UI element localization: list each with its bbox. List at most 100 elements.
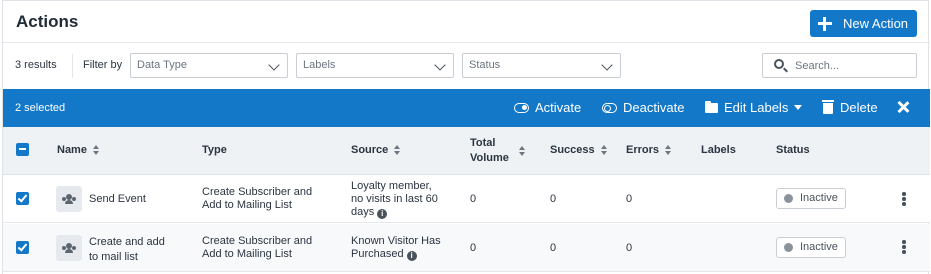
sort-icon <box>518 146 525 156</box>
row-type: Create Subscriber and Add to Mailing Lis… <box>202 186 312 212</box>
page-header: Actions New Action <box>3 1 930 43</box>
row-source: Known Visitor Has Purchased i <box>351 235 441 261</box>
activate-label: Activate <box>535 100 582 115</box>
new-action-label: New Action <box>843 16 909 31</box>
status-badge: Inactive <box>776 188 846 209</box>
page-title: Actions <box>16 12 79 31</box>
row-total-volume: 0 <box>470 193 477 205</box>
column-header-status: Status <box>776 144 810 156</box>
column-total-volume-label: Total Volume <box>470 136 509 166</box>
toggle-off-icon <box>602 102 617 113</box>
row-source-line1: Loyalty member, <box>351 180 432 192</box>
table-row[interactable]: Create and add to mail list Create Subsc… <box>3 224 930 272</box>
close-icon[interactable] <box>896 100 910 114</box>
table-header: Name Type Source Total Volume Success Er… <box>3 127 930 175</box>
deactivate-button[interactable]: Deactivate <box>602 100 684 115</box>
column-type-label: Type <box>202 144 227 156</box>
results-count: 3 results <box>15 59 57 71</box>
deactivate-label: Deactivate <box>623 100 685 115</box>
status-badge: Inactive <box>776 237 846 258</box>
row-name-line2: to mail list <box>89 251 138 263</box>
activate-button[interactable]: Activate <box>514 100 581 115</box>
labels-select[interactable]: Labels <box>296 53 454 78</box>
status-badge-label: Inactive <box>800 241 838 253</box>
delete-label: Delete <box>840 100 878 115</box>
column-name-label: Name <box>57 144 87 156</box>
search-input[interactable] <box>795 57 910 74</box>
edit-labels-button[interactable]: Edit Labels <box>705 100 803 115</box>
status-dot-icon <box>784 243 793 252</box>
toggle-on-icon <box>514 102 529 113</box>
row-type-line1: Create Subscriber and <box>202 186 313 198</box>
row-checkbox[interactable] <box>16 192 29 205</box>
table-row[interactable]: Send Event Create Subscriber and Add to … <box>3 175 930 223</box>
chevron-down-icon <box>268 59 280 71</box>
row-checkbox[interactable] <box>16 241 29 254</box>
column-header-labels: Labels <box>701 144 736 156</box>
column-header-total-volume[interactable]: Total Volume <box>470 136 525 166</box>
more-options-icon[interactable] <box>902 192 906 206</box>
row-type-line2: Add to Mailing List <box>202 199 292 211</box>
data-type-select[interactable]: Data Type <box>130 53 288 78</box>
row-name-line1: Create and add <box>89 236 165 248</box>
new-action-button[interactable]: New Action <box>810 10 917 37</box>
caret-down-icon <box>794 105 803 110</box>
search-icon <box>774 59 784 69</box>
divider <box>72 54 73 78</box>
row-source-line2: no visits in last 60 <box>351 193 438 205</box>
column-labels-label: Labels <box>701 144 736 156</box>
people-icon <box>56 186 82 212</box>
search-field[interactable] <box>762 53 917 78</box>
row-type: Create Subscriber and Add to Mailing Lis… <box>202 235 312 261</box>
info-icon[interactable]: i <box>406 251 417 261</box>
row-name[interactable]: Send Event <box>89 193 146 206</box>
filter-by-label: Filter by <box>83 59 123 71</box>
row-source-line2: Purchased <box>351 248 404 260</box>
sort-icon <box>92 145 99 155</box>
column-header-type: Type <box>202 144 227 156</box>
info-icon[interactable]: i <box>377 209 388 219</box>
labels-placeholder: Labels <box>303 59 336 71</box>
column-errors-label: Errors <box>626 144 660 156</box>
row-success: 0 <box>550 193 557 205</box>
status-select[interactable]: Status <box>462 53 621 78</box>
row-type-line1: Create Subscriber and <box>202 235 313 247</box>
plus-icon <box>818 16 832 31</box>
column-header-name[interactable]: Name <box>57 144 99 156</box>
row-total-volume: 0 <box>470 242 477 254</box>
more-options-icon[interactable] <box>902 240 906 254</box>
column-total-volume-line2: Volume <box>470 152 509 164</box>
chevron-down-icon <box>434 59 446 71</box>
row-name[interactable]: Create and add to mail list <box>89 235 165 265</box>
select-all-checkbox[interactable] <box>16 143 29 156</box>
data-type-placeholder: Data Type <box>137 59 187 71</box>
column-header-errors[interactable]: Errors <box>626 144 672 156</box>
edit-labels-label: Edit Labels <box>724 100 789 115</box>
trash-icon <box>822 100 834 114</box>
row-type-line2: Add to Mailing List <box>202 248 292 260</box>
column-source-label: Source <box>351 144 389 156</box>
sort-icon <box>600 145 607 155</box>
column-total-volume-line1: Total <box>470 137 496 149</box>
row-source-line1: Known Visitor Has <box>351 235 441 247</box>
row-source: Loyalty member, no visits in last 60 day… <box>351 180 438 219</box>
row-success: 0 <box>550 242 557 254</box>
chevron-down-icon <box>601 59 613 71</box>
sort-icon <box>394 145 401 155</box>
actions-panel: Actions New Action 3 results Filter by D… <box>2 0 930 274</box>
row-errors: 0 <box>626 193 633 205</box>
column-status-label: Status <box>776 144 810 156</box>
status-badge-label: Inactive <box>800 192 838 204</box>
column-header-source[interactable]: Source <box>351 144 401 156</box>
filter-bar: 3 results Filter by Data Type Labels Sta… <box>3 43 930 89</box>
row-errors: 0 <box>626 242 633 254</box>
people-icon <box>56 235 82 261</box>
row-source-line3: days <box>351 206 375 218</box>
status-dot-icon <box>784 194 793 203</box>
sort-icon <box>665 145 672 155</box>
folder-icon <box>705 100 718 113</box>
column-success-label: Success <box>550 144 595 156</box>
delete-button[interactable]: Delete <box>822 100 878 115</box>
column-header-success[interactable]: Success <box>550 144 607 156</box>
status-placeholder: Status <box>469 59 501 71</box>
